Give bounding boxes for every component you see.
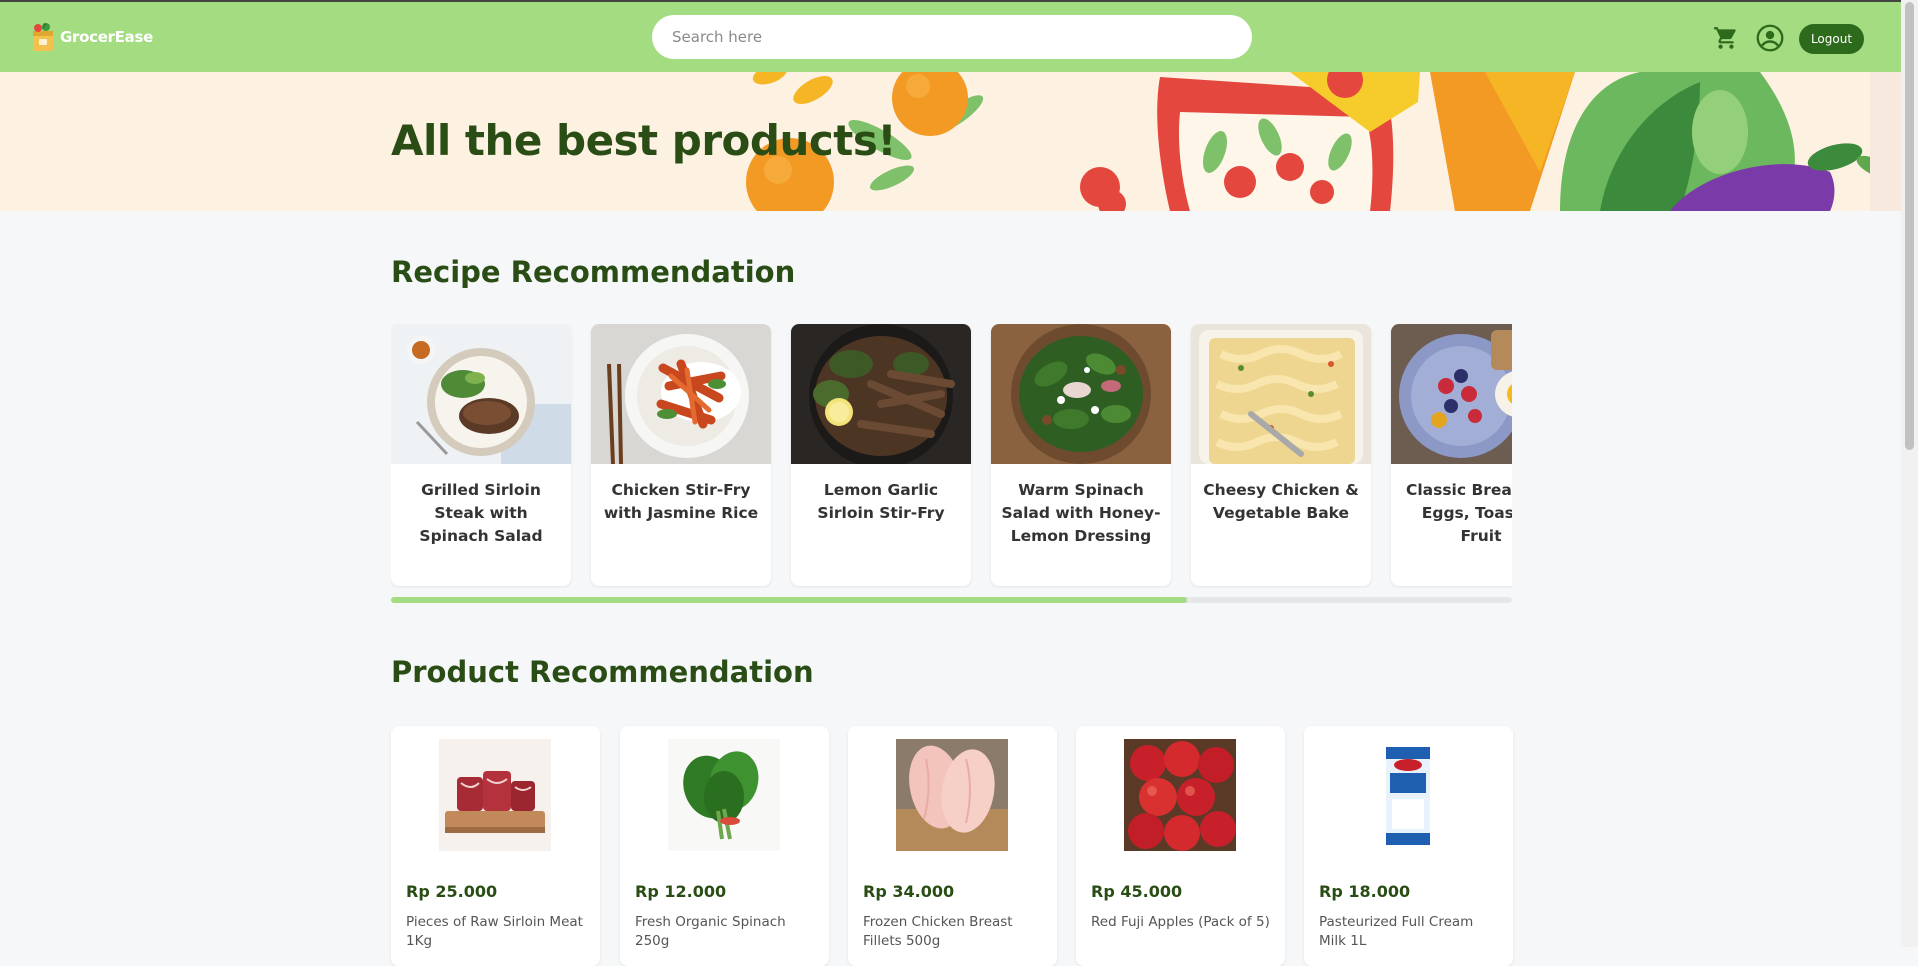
- product-price: Rp 45.000: [1091, 882, 1183, 901]
- product-card[interactable]: Rp 12.000 Fresh Organic Spinach 250g: [620, 726, 829, 966]
- recipe-image-spinach-salad: [991, 324, 1171, 464]
- product-image-milk: [1352, 739, 1464, 851]
- product-price: Rp 34.000: [863, 882, 955, 901]
- hero-title: All the best products!: [391, 116, 896, 165]
- page-scrollbar-thumb[interactable]: [1905, 2, 1914, 450]
- recipe-image-cheesy-bake: [1191, 324, 1371, 464]
- recipe-card[interactable]: Grilled Sirloin Steak with Spinach Salad: [391, 324, 571, 586]
- recipe-name: Warm Spinach Salad with Honey-Lemon Dres…: [1001, 481, 1161, 545]
- recipe-name: Chicken Stir-Fry with Jasmine Rice: [603, 481, 759, 522]
- page-scrollbar[interactable]: [1901, 0, 1918, 947]
- product-image-apples: [1124, 739, 1236, 851]
- user-circle-icon[interactable]: [1756, 24, 1784, 52]
- carousel-scrollbar[interactable]: [391, 597, 1512, 603]
- logout-button[interactable]: Logout: [1799, 24, 1864, 54]
- recipe-image-breakfast: [1391, 324, 1512, 464]
- recipe-image-lemon-garlic-stir-fry: [791, 324, 971, 464]
- product-name: Pieces of Raw Sirloin Meat 1Kg: [406, 914, 583, 949]
- product-image-sirloin: [439, 739, 551, 851]
- cart-icon[interactable]: [1713, 25, 1739, 51]
- recipe-image-steak-salad: [391, 324, 571, 464]
- recipe-name: Cheesy Chicken & Vegetable Bake: [1203, 481, 1359, 522]
- product-price: Rp 12.000: [635, 882, 727, 901]
- recipe-carousel[interactable]: Grilled Sirloin Steak with Spinach Salad…: [391, 324, 1512, 588]
- brand-name: GrocerEase: [60, 28, 153, 46]
- product-price: Rp 25.000: [406, 882, 498, 901]
- recipe-image-chicken-stir-fry: [591, 324, 771, 464]
- recipe-name: Classic Breakfast Eggs, Toast & Fruit: [1405, 481, 1512, 545]
- carousel-scrollbar-thumb[interactable]: [391, 597, 1187, 603]
- hero-banner: All the best products!: [0, 72, 1901, 211]
- recipe-name: Lemon Garlic Sirloin Stir-Fry: [817, 481, 945, 522]
- grocery-bag-icon: [33, 23, 53, 51]
- product-card[interactable]: Rp 34.000 Frozen Chicken Breast Fillets …: [848, 726, 1057, 966]
- brand-logo[interactable]: GrocerEase: [30, 22, 153, 52]
- recipe-name: Grilled Sirloin Steak with Spinach Salad: [419, 481, 543, 545]
- recipe-card[interactable]: Classic Breakfast Eggs, Toast & Fruit: [1391, 324, 1512, 586]
- product-name: Pasteurized Full Cream Milk 1L: [1319, 914, 1474, 949]
- product-image-spinach: [668, 739, 780, 851]
- recipe-section-title: Recipe Recommendation: [391, 255, 796, 289]
- recipe-card[interactable]: Cheesy Chicken & Vegetable Bake: [1191, 324, 1371, 586]
- product-name: Red Fuji Apples (Pack of 5): [1091, 914, 1270, 930]
- product-section-title: Product Recommendation: [391, 655, 814, 689]
- search-input[interactable]: [652, 15, 1252, 59]
- product-card[interactable]: Rp 18.000 Pasteurized Full Cream Milk 1L: [1304, 726, 1513, 966]
- product-image-chicken-breast: [896, 739, 1008, 851]
- product-name: Fresh Organic Spinach 250g: [635, 914, 786, 949]
- product-card[interactable]: Rp 25.000 Pieces of Raw Sirloin Meat 1Kg: [391, 726, 600, 966]
- navbar: GrocerEase Logout: [0, 0, 1901, 72]
- recipe-card[interactable]: Lemon Garlic Sirloin Stir-Fry: [791, 324, 971, 586]
- recipe-card[interactable]: Warm Spinach Salad with Honey-Lemon Dres…: [991, 324, 1171, 586]
- product-name: Frozen Chicken Breast Fillets 500g: [863, 914, 1013, 949]
- vegetable-illustration: [746, 72, 1901, 211]
- recipe-card[interactable]: Chicken Stir-Fry with Jasmine Rice: [591, 324, 771, 586]
- product-card[interactable]: Rp 45.000 Red Fuji Apples (Pack of 5): [1076, 726, 1285, 966]
- product-price: Rp 18.000: [1319, 882, 1411, 901]
